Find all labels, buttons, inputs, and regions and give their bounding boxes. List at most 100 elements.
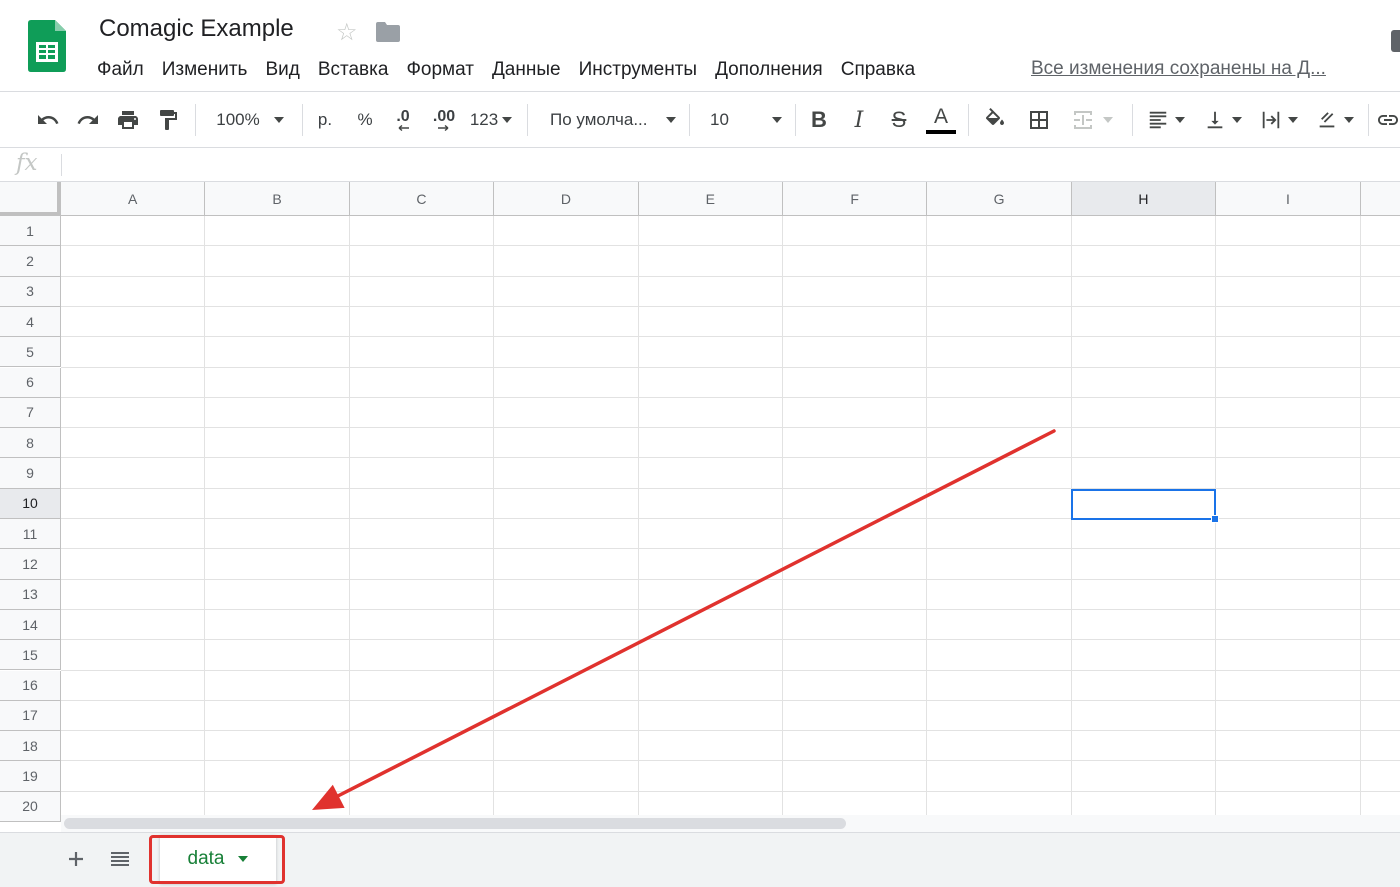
merge-cells-icon[interactable]	[1064, 100, 1120, 140]
grid-row-line	[61, 699, 1400, 701]
row-header-12[interactable]: 12	[0, 549, 61, 580]
grid-row-line	[61, 669, 1400, 671]
chevron-down-icon	[772, 117, 782, 123]
column-header-h[interactable]: H	[1071, 182, 1217, 216]
grid-column-line	[204, 216, 206, 832]
menu-edit[interactable]: Изменить	[154, 59, 258, 81]
column-header-a[interactable]: A	[61, 182, 206, 216]
zoom-value: 100%	[216, 110, 260, 129]
grid-row-line	[61, 730, 1400, 732]
insert-link-icon[interactable]	[1376, 100, 1400, 140]
row-header-7[interactable]: 7	[0, 397, 61, 429]
percent-format-button[interactable]: %	[348, 100, 382, 140]
menu-format[interactable]: Формат	[398, 59, 484, 81]
comments-icon[interactable]	[1391, 30, 1400, 52]
menu-insert[interactable]: Вставка	[310, 59, 399, 81]
column-header-stub[interactable]	[1360, 182, 1400, 216]
menu-tools[interactable]: Инструменты	[571, 59, 707, 81]
annotation-highlight-box	[149, 835, 285, 884]
font-size-select[interactable]: 10	[700, 100, 788, 140]
row-header-3[interactable]: 3	[0, 276, 61, 307]
zoom-select[interactable]: 100%	[205, 100, 295, 140]
grid-row-line	[61, 790, 1400, 792]
menu-data[interactable]: Данные	[484, 59, 571, 81]
row-header-11[interactable]: 11	[0, 519, 61, 550]
row-header-5[interactable]: 5	[0, 337, 61, 368]
horizontal-align-icon[interactable]	[1140, 100, 1192, 140]
column-header-c[interactable]: C	[349, 182, 495, 216]
grid-column-line	[1359, 216, 1361, 832]
text-color-button[interactable]: A	[922, 100, 960, 140]
grid-row-line	[61, 548, 1400, 550]
all-sheets-menu-icon[interactable]	[104, 843, 136, 875]
italic-button[interactable]: I	[842, 100, 876, 140]
grid-column-line	[1070, 216, 1072, 832]
column-header-e[interactable]: E	[638, 182, 783, 216]
grid-row-line	[61, 639, 1400, 641]
chevron-down-icon	[1103, 117, 1113, 123]
text-rotation-icon[interactable]	[1309, 100, 1361, 140]
column-header-g[interactable]: G	[927, 182, 1072, 216]
add-sheet-button[interactable]	[60, 843, 92, 875]
column-header-i[interactable]: I	[1216, 182, 1361, 216]
toolbar-divider	[689, 104, 690, 136]
text-wrap-icon[interactable]	[1253, 100, 1305, 140]
more-formats-button[interactable]: 123	[467, 100, 515, 140]
spreadsheet-grid[interactable]: A B C D E F G H I 1 2 3 4 5 6 7 8 9 10 11 12 13 14 15 16 17 18 19 20	[0, 182, 1400, 832]
row-header-13[interactable]: 13	[0, 579, 61, 610]
bold-button[interactable]: B	[802, 100, 836, 140]
chevron-down-icon	[1344, 117, 1354, 123]
paint-format-icon[interactable]	[150, 100, 186, 140]
chevron-down-icon	[502, 117, 513, 123]
sheets-logo-icon[interactable]	[28, 20, 66, 72]
fill-color-icon[interactable]	[976, 100, 1014, 140]
row-header-2[interactable]: 2	[0, 246, 61, 277]
column-header-f[interactable]: F	[783, 182, 928, 216]
borders-icon[interactable]	[1020, 100, 1058, 140]
row-header-17[interactable]: 17	[0, 700, 61, 732]
star-icon[interactable]: ☆	[336, 18, 358, 47]
row-header-6[interactable]: 6	[0, 367, 61, 398]
print-icon[interactable]	[110, 100, 146, 140]
increase-decimal-button[interactable]: .00	[425, 100, 463, 140]
menu-view[interactable]: Вид	[257, 59, 309, 81]
currency-format-button[interactable]: р.	[308, 100, 342, 140]
title-bar: Comagic Example ☆ Файл Изменить Вид Вста…	[0, 0, 1400, 92]
row-header-8[interactable]: 8	[0, 428, 61, 459]
row-header-15[interactable]: 15	[0, 640, 61, 671]
row-header-20[interactable]: 20	[0, 791, 61, 822]
redo-icon[interactable]	[70, 100, 106, 140]
menu-help[interactable]: Справка	[833, 59, 926, 81]
row-header-1[interactable]: 1	[0, 216, 61, 247]
row-header-14[interactable]: 14	[0, 609, 61, 641]
row-header-16[interactable]: 16	[0, 670, 61, 701]
save-status-link[interactable]: Все изменения сохранены на Д...	[1031, 58, 1351, 80]
formula-input[interactable]	[66, 149, 1396, 181]
undo-icon[interactable]	[30, 100, 66, 140]
grid-row-line	[61, 427, 1400, 429]
chevron-down-icon	[665, 117, 676, 123]
fill-handle[interactable]	[1211, 515, 1219, 523]
formula-bar: fx	[0, 149, 1400, 182]
grid-row-line	[61, 457, 1400, 459]
document-title[interactable]: Comagic Example	[99, 15, 294, 43]
vertical-align-icon[interactable]	[1197, 100, 1249, 140]
strikethrough-button[interactable]: S	[882, 100, 916, 140]
row-header-10[interactable]: 10	[0, 488, 61, 519]
toolbar-divider	[968, 104, 969, 136]
folder-icon[interactable]	[376, 22, 400, 42]
selected-cell-h10[interactable]	[1071, 489, 1216, 520]
chevron-down-icon	[1175, 117, 1185, 123]
row-header-19[interactable]: 19	[0, 761, 61, 792]
row-header-18[interactable]: 18	[0, 731, 61, 762]
column-header-b[interactable]: B	[205, 182, 350, 216]
decrease-decimal-button[interactable]: .0	[385, 100, 421, 140]
select-all-corner[interactable]	[0, 182, 61, 216]
horizontal-scrollbar-thumb[interactable]	[64, 818, 846, 829]
row-header-9[interactable]: 9	[0, 458, 61, 489]
font-family-select[interactable]: По умолча...	[540, 100, 680, 140]
column-header-d[interactable]: D	[494, 182, 639, 216]
menu-file[interactable]: Файл	[89, 59, 154, 81]
menu-addons[interactable]: Дополнения	[707, 59, 833, 81]
row-header-4[interactable]: 4	[0, 306, 61, 338]
